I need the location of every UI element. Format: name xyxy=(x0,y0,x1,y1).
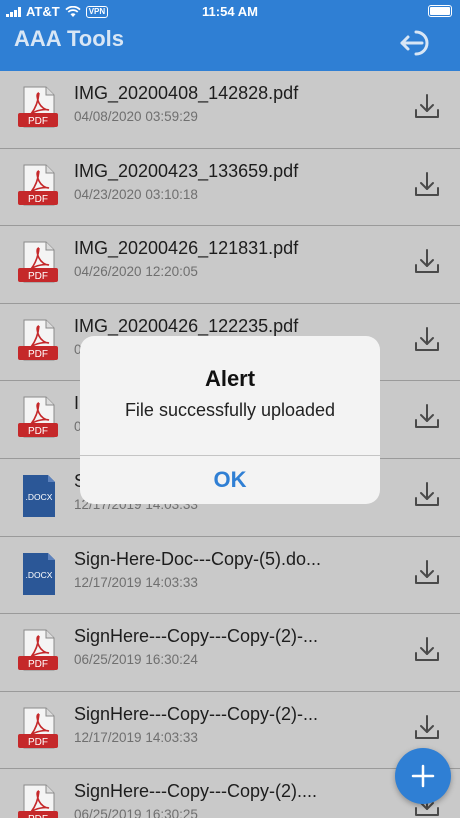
pdf-file-icon: PDF xyxy=(18,164,58,206)
pdf-file-icon: PDF xyxy=(18,241,58,283)
pdf-icon-label: PDF xyxy=(28,349,48,360)
file-row[interactable]: PDF IMG_20200423_133659.pdf 04/23/2020 03:… xyxy=(0,149,460,227)
file-date: 04/23/2020 03:10:18 xyxy=(74,186,198,202)
download-icon[interactable] xyxy=(414,171,440,199)
pdf-icon-label: PDF xyxy=(28,194,48,205)
docx-icon-label: .DOCX xyxy=(26,492,53,502)
download-icon[interactable] xyxy=(414,326,440,354)
file-name: SignHere---Copy---Copy-(2)-... xyxy=(74,703,319,724)
download-icon[interactable] xyxy=(414,636,440,664)
file-date: 06/25/2019 16:30:25 xyxy=(74,807,198,818)
file-row[interactable]: PDF IMG_20200408_142828.pdf 04/08/2020 03:… xyxy=(0,71,460,149)
pdf-icon-label: PDF xyxy=(28,737,48,748)
alert-ok-button[interactable]: OK xyxy=(80,456,380,504)
download-icon[interactable] xyxy=(414,248,440,276)
add-file-button[interactable] xyxy=(395,748,451,804)
file-name: IMG_20200423_133659.pdf xyxy=(74,160,299,181)
file-date: 12/17/2019 14:03:33 xyxy=(74,729,198,745)
docx-file-icon: .DOCX xyxy=(23,474,55,517)
pdf-icon-label: PDF xyxy=(28,814,48,818)
pdf-icon-label: PDF xyxy=(28,116,48,127)
file-row[interactable]: PDF SignHere---Copy---Copy-(2).... 06/25/2… xyxy=(0,769,460,818)
download-icon[interactable] xyxy=(414,481,440,509)
file-row[interactable]: PDF SignHere---Copy---Copy-(2)-... 12/17/2… xyxy=(0,692,460,770)
file-name: IMG_20200426_121831.pdf xyxy=(74,238,299,259)
file-date: 12/17/2019 14:03:33 xyxy=(74,574,198,590)
alert-message: File successfully uploaded xyxy=(124,400,336,420)
status-bar: AT&T VPN 11:54 AM xyxy=(0,0,460,22)
download-icon[interactable] xyxy=(414,559,440,587)
app-title: AAA Tools xyxy=(14,26,124,51)
file-row[interactable]: PDF SignHere---Copy---Copy-(2)-... 06/25/2… xyxy=(0,614,460,692)
pdf-icon-label: PDF xyxy=(28,271,48,282)
alert-title: Alert xyxy=(204,366,256,391)
file-date: 04/08/2020 03:59:29 xyxy=(74,109,198,124)
pdf-file-icon: PDF xyxy=(18,707,58,749)
file-name: SignHere---Copy---Copy-(2)-... xyxy=(74,626,319,647)
pdf-icon-label: PDF xyxy=(28,426,48,437)
app-bar: AAA Tools xyxy=(0,22,460,71)
file-name: Sign-Here-Doc---Copy-(5).do... xyxy=(74,548,322,569)
download-icon[interactable] xyxy=(414,714,440,742)
pdf-file-icon: PDF xyxy=(18,629,58,671)
alert-dialog: Alert File successfully uploaded OK xyxy=(80,336,380,504)
pdf-file-icon: PDF xyxy=(18,784,58,818)
pdf-file-icon: PDF xyxy=(18,86,58,128)
docx-icon-label: .DOCX xyxy=(26,570,53,580)
docx-file-icon: .DOCX xyxy=(23,552,55,595)
file-row[interactable]: PDF IMG_20200426_121831.pdf 04/26/2020 12:… xyxy=(0,226,460,304)
file-date: 06/25/2019 16:30:24 xyxy=(74,652,198,668)
battery-icon xyxy=(428,5,452,17)
pdf-file-icon: PDF xyxy=(18,396,58,438)
file-name: IMG_20200426_122235.pdf xyxy=(74,315,299,336)
add-icon xyxy=(411,764,435,788)
file-row[interactable]: .DOCX Sign-Here-Doc---Copy-(5).do... 12/17… xyxy=(0,537,460,615)
download-icon[interactable] xyxy=(414,93,440,121)
file-date: 04/26/2020 12:20:05 xyxy=(74,264,198,280)
file-name: IMG_20200408_142828.pdf xyxy=(74,83,299,103)
logout-icon[interactable] xyxy=(396,28,440,58)
file-name: I xyxy=(74,393,80,414)
file-name: SignHere---Copy---Copy-(2).... xyxy=(74,781,318,802)
status-time: 11:54 AM xyxy=(202,4,258,19)
pdf-file-icon: PDF xyxy=(18,319,58,361)
pdf-icon-label: PDF xyxy=(28,659,48,670)
download-icon[interactable] xyxy=(414,403,440,431)
